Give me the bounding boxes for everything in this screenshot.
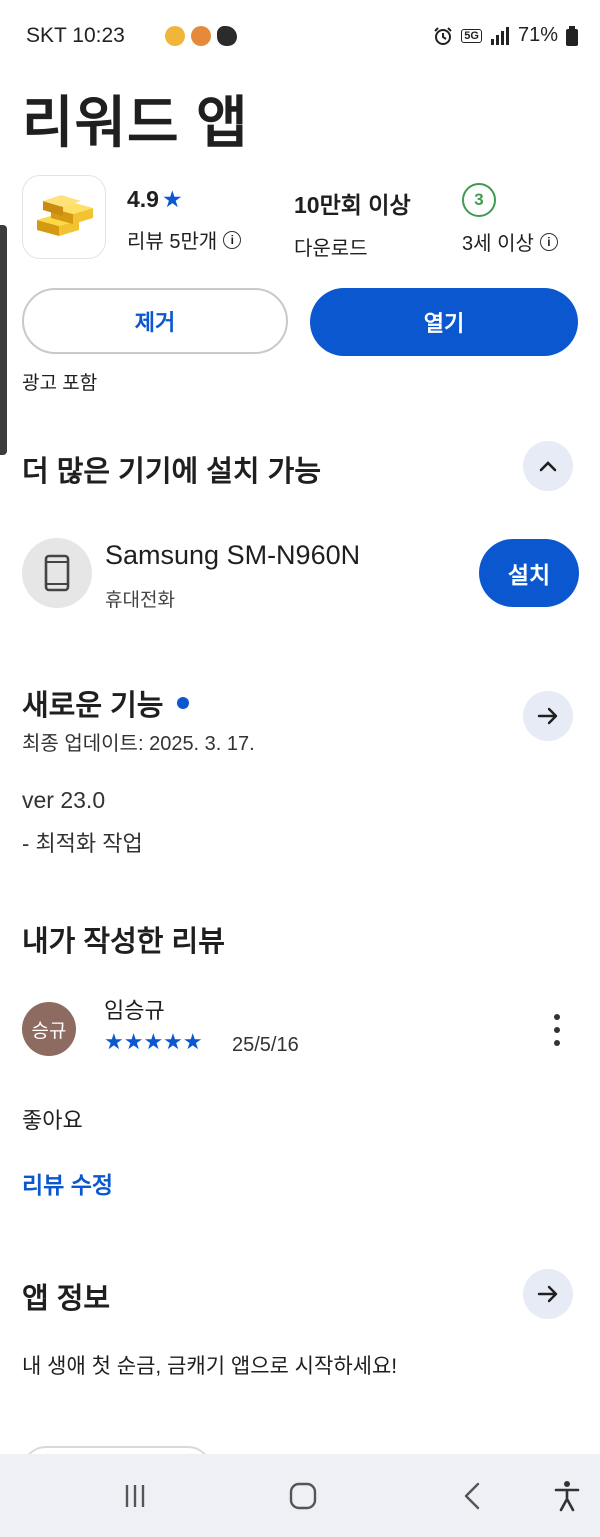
open-button[interactable]: 열기 — [310, 288, 578, 356]
app-title: 리워드 앱 — [22, 91, 249, 154]
rating-star-icon: ★ — [161, 186, 183, 212]
network-badge: 5G — [461, 28, 482, 43]
gold-bars-icon — [37, 195, 93, 236]
device-avatar — [22, 538, 92, 608]
recent-apps-icon — [125, 1485, 145, 1507]
arrow-right-icon — [537, 1285, 558, 1303]
review-body: 좋아요 — [22, 1108, 83, 1133]
last-updated: 최종 업데이트: 2025. 3. 17. — [22, 733, 255, 755]
home-icon — [289, 1482, 317, 1510]
whats-new-more-button[interactable] — [523, 691, 573, 741]
accessibility-button[interactable] — [547, 1476, 587, 1516]
downloads-label: 다운로드 — [294, 238, 368, 260]
home-button[interactable] — [283, 1476, 323, 1516]
collapse-button[interactable] — [523, 441, 573, 491]
review-stars: ★★★★★ — [104, 1029, 203, 1054]
age-rating-stat: 3 3세 이상 i — [462, 183, 558, 256]
rating-value-row: 4.9 ★ — [127, 186, 241, 213]
info-icon: i — [223, 230, 242, 249]
device-type: 휴대전화 — [105, 590, 175, 611]
about-title: 앱 정보 — [22, 1283, 111, 1315]
downloads-value: 10만회 이상 — [294, 192, 411, 218]
alarm-icon — [434, 26, 452, 45]
new-indicator-dot — [177, 697, 190, 709]
chevron-up-icon — [539, 461, 557, 472]
recent-apps-button[interactable] — [115, 1476, 155, 1516]
whats-new-title: 새로운 기능 — [22, 690, 164, 722]
status-right: 5G 71% — [433, 24, 578, 47]
devices-section-title: 더 많은 기기에 설치 가능 — [22, 456, 322, 488]
whats-new-header: 새로운 기능 — [22, 682, 190, 724]
install-button[interactable]: 설치 — [479, 539, 579, 607]
rewards-notification-icon — [191, 26, 211, 46]
battery-percent: 71% — [517, 24, 558, 46]
back-icon — [464, 1482, 480, 1510]
age-rating-label: 3세 이상 — [462, 233, 534, 255]
rating-value: 4.9 — [127, 186, 159, 212]
about-more-button[interactable] — [523, 1269, 573, 1319]
accessibility-icon — [554, 1481, 580, 1512]
avatar: 승규 — [22, 1002, 76, 1056]
status-time: SKT 10:23 — [26, 24, 125, 47]
back-button[interactable] — [452, 1476, 492, 1516]
age-rating-badge: 3 — [462, 183, 496, 217]
phone-icon — [44, 554, 70, 592]
app-description: 내 생애 첫 순금, 금캐기 앱으로 시작하세요! — [22, 1355, 398, 1378]
age-rating-row[interactable]: 3세 이상 i — [462, 227, 558, 256]
my-review-title: 내가 작성한 리뷰 — [22, 926, 225, 958]
review-date: 25/5/16 — [232, 1034, 299, 1056]
chat-notification-icon — [217, 26, 237, 46]
arrow-right-icon — [537, 707, 558, 725]
version-text: ver 23.0 — [22, 787, 106, 813]
status-bar: SKT 10:23 5G 71% — [0, 0, 600, 70]
app-icon — [22, 175, 106, 259]
edit-review-link[interactable]: 리뷰 수정 — [22, 1166, 113, 1200]
battery-icon — [566, 25, 578, 46]
uninstall-button[interactable]: 제거 — [22, 288, 288, 354]
device-name: Samsung SM-N960N — [105, 540, 361, 570]
contains-ads-note: 광고 포함 — [22, 373, 98, 394]
reviews-count: 리뷰 5만개 — [127, 231, 218, 253]
notification-icons — [165, 26, 237, 46]
reviewer-name: 임승규 — [104, 998, 165, 1023]
more-options-icon[interactable] — [550, 1014, 564, 1046]
app-notification-icon — [165, 26, 185, 46]
downloads-stat: 10만회 이상 다운로드 — [294, 186, 411, 261]
release-notes: - 최적화 작업 — [22, 831, 143, 856]
reviews-count-row[interactable]: 리뷰 5만개 i — [127, 225, 242, 254]
edge-panel-handle[interactable] — [0, 225, 7, 455]
signal-icon — [490, 26, 509, 45]
info-icon: i — [539, 232, 558, 251]
rating-stat: 4.9 ★ 리뷰 5만개 i — [127, 186, 242, 254]
